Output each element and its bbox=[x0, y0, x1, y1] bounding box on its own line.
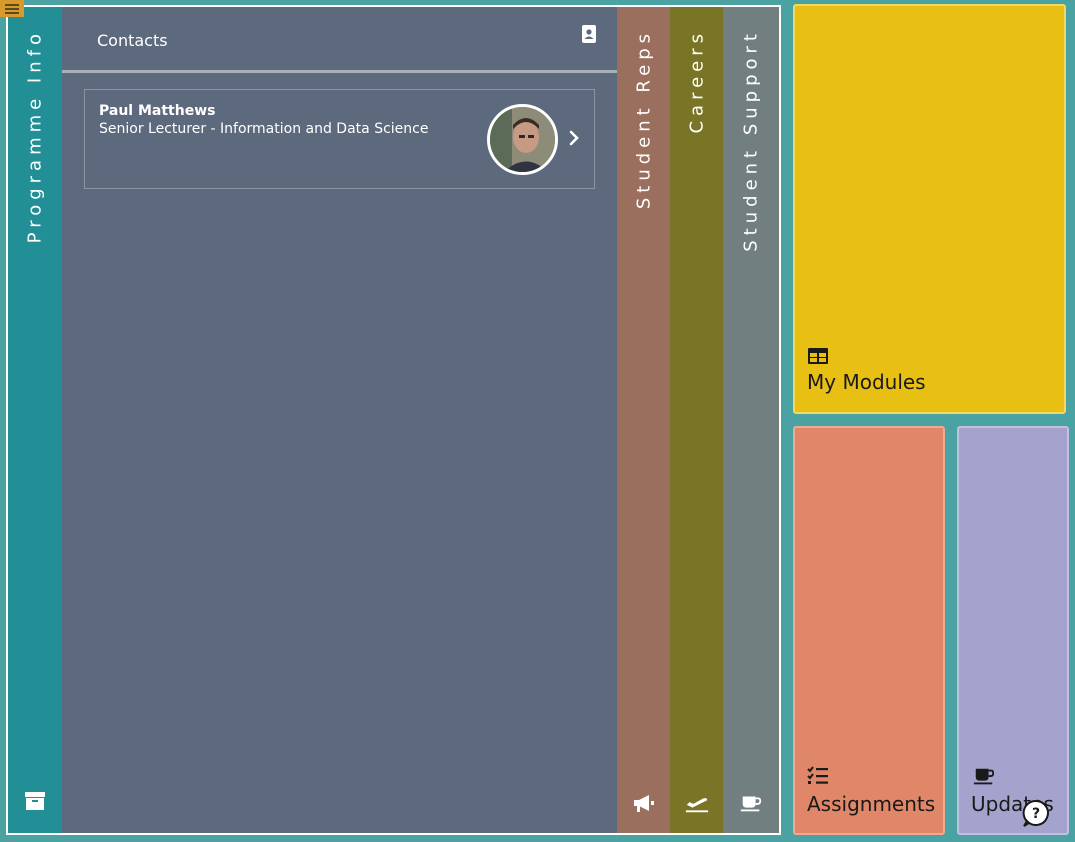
megaphone-icon bbox=[633, 795, 654, 812]
tab-careers[interactable]: Careers bbox=[670, 7, 723, 833]
tile-my-modules[interactable]: My Modules bbox=[793, 4, 1066, 414]
tab-student-support[interactable]: Student Support bbox=[723, 7, 779, 833]
contact-role: Senior Lecturer - Information and Data S… bbox=[99, 121, 429, 137]
table-icon bbox=[808, 348, 828, 364]
help-icon[interactable]: ? bbox=[1022, 799, 1050, 827]
tab-careers-label: Careers bbox=[686, 29, 707, 134]
coffee-icon bbox=[740, 796, 762, 812]
checklist-icon bbox=[807, 766, 828, 784]
tile-assignments[interactable]: Assignments bbox=[793, 426, 945, 835]
tab-student-support-label: Student Support bbox=[740, 29, 762, 252]
tile-assignments-label: Assignments bbox=[807, 792, 936, 816]
menu-button[interactable] bbox=[0, 0, 24, 17]
chevron-right-icon[interactable] bbox=[567, 128, 581, 148]
contact-card[interactable]: Paul Matthews Senior Lecturer - Informat… bbox=[84, 89, 595, 189]
contacts-header: Contacts bbox=[62, 7, 617, 73]
svg-text:?: ? bbox=[1032, 806, 1040, 822]
coffee-icon bbox=[973, 768, 995, 785]
contacts-panel: Contacts Paul Matthews Senior Lecturer -… bbox=[62, 7, 617, 833]
panel-title: Contacts bbox=[97, 31, 168, 50]
tab-programme-info-label: Programme Info bbox=[24, 29, 46, 244]
hamburger-icon bbox=[5, 3, 19, 14]
archive-icon bbox=[25, 792, 45, 810]
programme-frame: Programme Info Contacts Paul Matthews Se… bbox=[6, 5, 781, 835]
tab-programme-info[interactable]: Programme Info bbox=[8, 7, 62, 833]
plane-icon bbox=[685, 798, 708, 813]
address-book-icon[interactable] bbox=[581, 25, 597, 43]
tile-my-modules-label: My Modules bbox=[807, 370, 926, 394]
tile-updates[interactable]: Updates bbox=[957, 426, 1069, 835]
tab-student-reps[interactable]: Student Reps bbox=[617, 7, 670, 833]
avatar bbox=[487, 104, 558, 175]
tab-student-reps-label: Student Reps bbox=[633, 29, 654, 210]
contact-name: Paul Matthews bbox=[99, 103, 216, 119]
